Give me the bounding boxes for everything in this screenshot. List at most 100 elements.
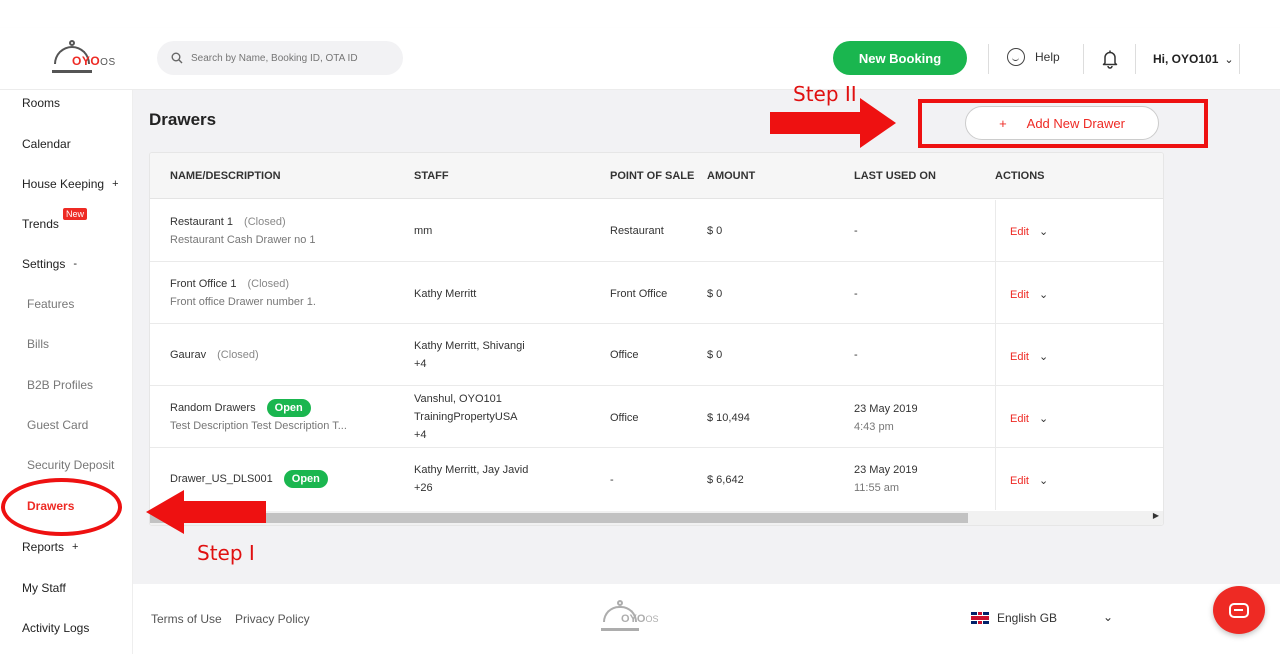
sidebar-item-calendar[interactable]: Calendar (22, 137, 71, 151)
sidebar-item-b2b-profiles[interactable]: B2B Profiles (27, 378, 93, 392)
drawer-staff: Vanshul, OYO101 (414, 393, 502, 405)
drawer-name-cell: Gaurav (Closed) (170, 346, 259, 364)
chat-support-button[interactable] (1213, 586, 1265, 634)
sidebar-item-reports[interactable]: Reports + (22, 540, 78, 554)
chevron-down-icon: ⌄ (1224, 53, 1234, 66)
header-divider (1135, 44, 1136, 74)
table-row[interactable]: Drawer_US_DLS001 Open Kathy Merritt, Jay… (150, 448, 1163, 510)
sidebar-item-features[interactable]: Features (27, 297, 74, 311)
chevron-down-icon[interactable]: ⌄ (1039, 474, 1048, 487)
sidebar-item-house-keeping[interactable]: House Keeping + (22, 177, 119, 191)
search-input[interactable] (191, 52, 391, 64)
table-row[interactable]: Restaurant 1 (Closed) Restaurant Cash Dr… (150, 200, 1163, 262)
scrollbar-thumb[interactable] (150, 513, 968, 523)
drawer-staff-cell: Kathy Merritt, Shivangi +4 (414, 337, 525, 373)
actions-cell: Edit ⌄ (995, 200, 1163, 261)
language-selector[interactable]: English GB (971, 611, 1057, 625)
edit-button[interactable]: Edit ⌄ (1010, 225, 1048, 239)
column-header-staff: STAFF (414, 170, 449, 182)
sidebar-item-guest-card[interactable]: Guest Card (27, 418, 88, 432)
top-header: OYOOS New Booking Help Hi, OYO101 ⌄ (0, 28, 1280, 90)
drawers-table: NAME/DESCRIPTION STAFF POINT OF SALE AMO… (149, 152, 1164, 526)
drawer-point-of-sale: - (610, 474, 614, 486)
drawer-description: Front office Drawer number 1. (170, 296, 316, 308)
help-icon (1007, 48, 1025, 66)
drawer-description: Restaurant Cash Drawer no 1 (170, 234, 316, 246)
chevron-down-icon[interactable]: ⌄ (1103, 610, 1113, 624)
new-booking-button[interactable]: New Booking (833, 41, 967, 75)
actions-cell: Edit ⌄ (995, 262, 1163, 323)
footer: Terms of Use Privacy Policy OYOOS Englis… (133, 584, 1280, 654)
sidebar-item-settings[interactable]: Settings - (22, 257, 77, 271)
drawer-name-cell: Drawer_US_DLS001 Open (170, 470, 328, 488)
column-header-name: NAME/DESCRIPTION (170, 170, 281, 182)
drawer-description: Test Description Test Description T... (170, 420, 347, 432)
main-content: Drawers + Add New Drawer NAME/DESCRIPTIO… (133, 90, 1280, 584)
drawer-name: Restaurant 1 (170, 216, 233, 228)
column-header-amount: AMOUNT (707, 170, 756, 182)
drawer-last-used: - (854, 225, 858, 237)
table-header: NAME/DESCRIPTION STAFF POINT OF SALE AMO… (150, 153, 1163, 199)
drawer-name: Random Drawers (170, 402, 256, 414)
edit-button[interactable]: Edit ⌄ (1010, 288, 1048, 302)
sidebar-item-security-deposit[interactable]: Security Deposit (27, 458, 114, 472)
drawer-name: Front Office 1 (170, 278, 237, 290)
page-title: Drawers (149, 110, 217, 129)
edit-button[interactable]: Edit ⌄ (1010, 412, 1048, 426)
edit-button[interactable]: Edit ⌄ (1010, 474, 1048, 488)
new-badge: New (63, 208, 88, 220)
drawer-staff: Kathy Merritt, Shivangi (414, 340, 525, 352)
drawer-staff-cell: Vanshul, OYO101 TrainingPropertyUSA +4 (414, 390, 518, 444)
drawer-status: (Closed) (217, 349, 259, 361)
search-bar[interactable] (157, 41, 403, 75)
drawer-name-cell: Front Office 1 (Closed) Front office Dra… (170, 275, 316, 311)
sidebar-item-rooms[interactable]: Rooms (22, 96, 60, 110)
terms-of-use-link[interactable]: Terms of Use (151, 612, 222, 626)
help-label: Help (1035, 50, 1060, 64)
drawer-last-used-time: 11:55 am (854, 482, 900, 494)
actions-cell: Edit ⌄ (995, 386, 1163, 447)
table-row[interactable]: Front Office 1 (Closed) Front office Dra… (150, 262, 1163, 324)
help-button[interactable]: Help (1007, 48, 1060, 66)
sidebar-item-my-staff[interactable]: My Staff (22, 581, 66, 595)
expand-icon: + (112, 178, 119, 190)
drawer-amount: $ 0 (707, 288, 723, 300)
drawer-last-used-time: 4:43 pm (854, 421, 894, 433)
bell-icon[interactable] (1101, 49, 1119, 69)
drawer-amount: $ 0 (707, 349, 723, 361)
drawer-last-used-cell: 23 May 2019 4:43 pm (854, 400, 918, 436)
table-row[interactable]: Gaurav (Closed) Kathy Merritt, Shivangi … (150, 324, 1163, 386)
drawer-status: (Closed) (244, 216, 286, 228)
chevron-down-icon[interactable]: ⌄ (1039, 350, 1048, 363)
scroll-right-arrow-icon[interactable]: ▶ (1153, 511, 1159, 520)
step-one-highlight-ellipse (1, 478, 122, 536)
drawer-point-of-sale: Office (610, 412, 639, 424)
horizontal-scrollbar[interactable]: ▶ (150, 511, 1163, 525)
open-status-badge: Open (283, 470, 328, 488)
step-one-arrow-icon (146, 490, 266, 534)
step-two-arrow-icon (770, 98, 896, 148)
oyo-os-logo[interactable]: OYOOS (52, 40, 122, 80)
column-header-point-of-sale: POINT OF SALE (610, 170, 695, 182)
drawer-amount: $ 0 (707, 225, 723, 237)
uk-flag-icon (971, 612, 989, 624)
sidebar-item-trends[interactable]: Trends New (22, 208, 88, 231)
privacy-policy-link[interactable]: Privacy Policy (235, 612, 310, 626)
drawer-last-used-cell: 23 May 2019 11:55 am (854, 461, 918, 497)
edit-button[interactable]: Edit ⌄ (1010, 350, 1048, 364)
table-row[interactable]: Random Drawers Open Test Description Tes… (150, 386, 1163, 448)
drawer-staff-line2: TrainingPropertyUSA (414, 411, 518, 423)
drawer-point-of-sale: Office (610, 349, 639, 361)
user-menu[interactable]: Hi, OYO101 ⌄ (1153, 52, 1234, 66)
footer-oyo-os-logo: OYOOS (601, 600, 671, 636)
actions-cell: Edit ⌄ (995, 448, 1163, 510)
chevron-down-icon[interactable]: ⌄ (1039, 288, 1048, 301)
chevron-down-icon[interactable]: ⌄ (1039, 412, 1048, 425)
drawer-staff-more: +26 (414, 482, 433, 494)
step-two-highlight-box (918, 99, 1208, 148)
header-divider (988, 44, 989, 74)
sidebar-item-activity-logs[interactable]: Activity Logs (22, 621, 89, 635)
sidebar: Rooms Calendar House Keeping + Trends New … (0, 90, 133, 654)
sidebar-item-bills[interactable]: Bills (27, 337, 49, 351)
chevron-down-icon[interactable]: ⌄ (1039, 225, 1048, 238)
